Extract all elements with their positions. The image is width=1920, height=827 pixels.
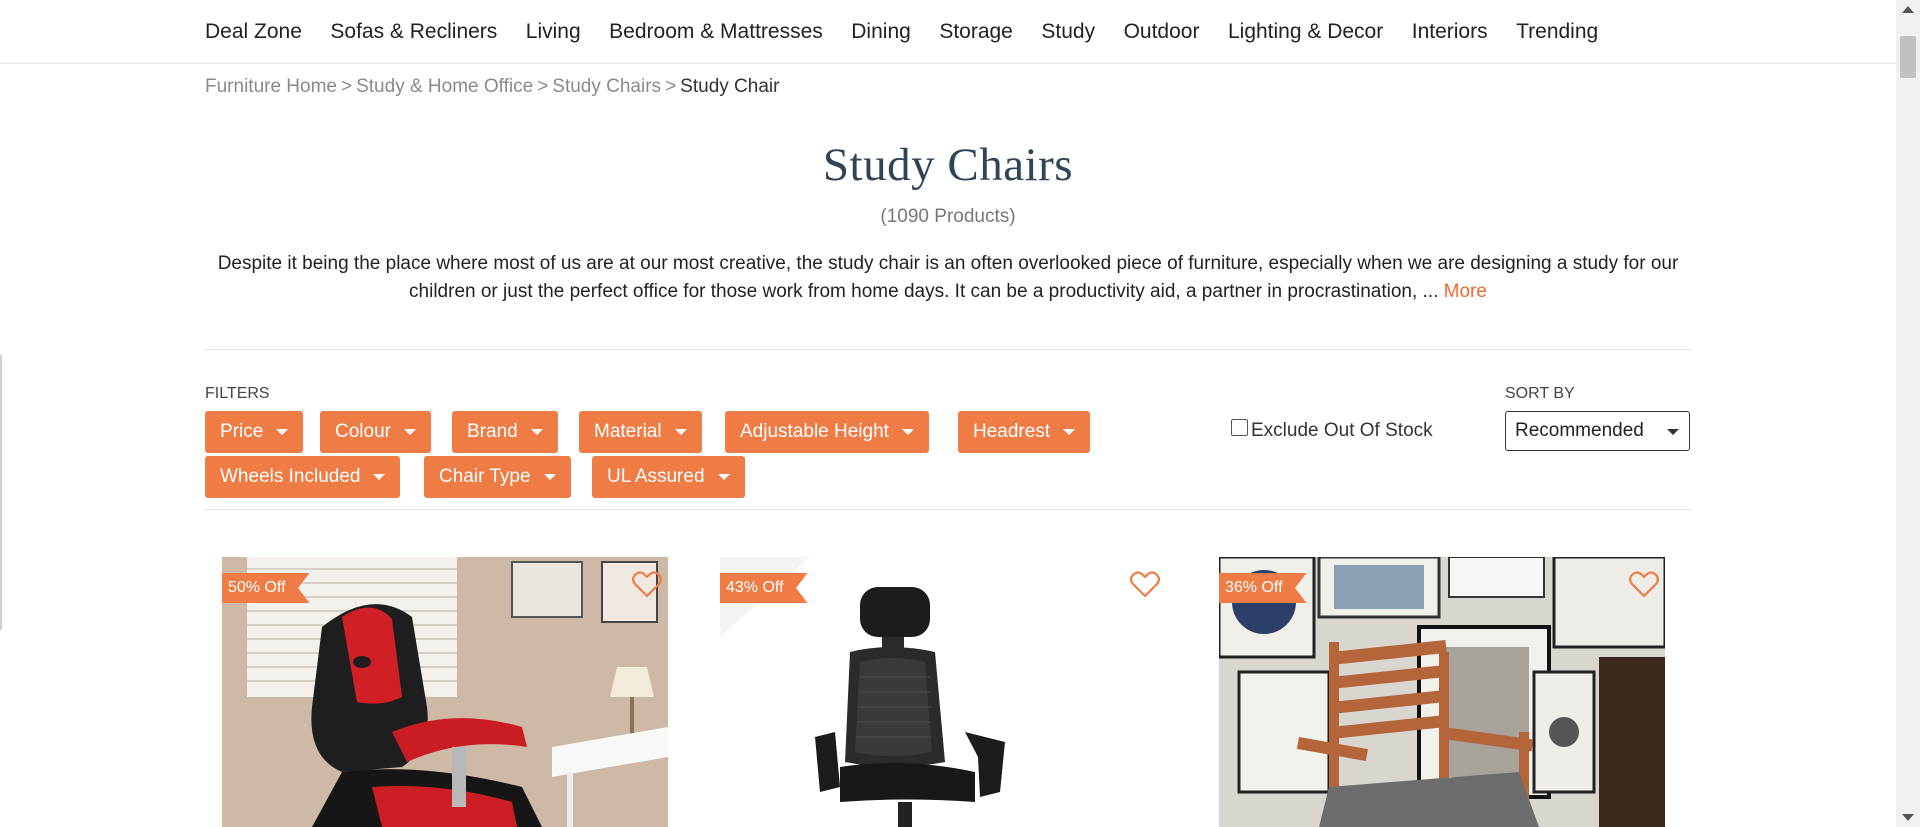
filter-wheels-included[interactable]: Wheels Included bbox=[205, 456, 401, 498]
filter-label: UL Assured bbox=[607, 466, 705, 487]
nav-menu: Deal Zone Sofas & Recliners Living Bedro… bbox=[205, 0, 1627, 63]
filter-label: Colour bbox=[335, 421, 391, 442]
scroll-up-arrow-icon[interactable] bbox=[1902, 6, 1914, 13]
filter-price[interactable]: Price bbox=[205, 411, 304, 453]
exclude-out-of-stock-checkbox[interactable] bbox=[1231, 418, 1248, 436]
discount-badge: 36% Off bbox=[1219, 573, 1307, 603]
nav-item-dining[interactable]: Dining bbox=[851, 20, 911, 44]
sort-by-label: SORT BY bbox=[1505, 385, 1575, 402]
chevron-down-icon bbox=[1667, 429, 1679, 435]
product-card[interactable]: 43% Off bbox=[720, 557, 1166, 827]
nav-item-study[interactable]: Study bbox=[1041, 20, 1095, 44]
nav-item-storage[interactable]: Storage bbox=[939, 20, 1013, 44]
chevron-down-icon bbox=[276, 429, 289, 435]
filter-label: Adjustable Height bbox=[740, 421, 889, 442]
discount-badge: 43% Off bbox=[720, 573, 808, 603]
nav-item-trending[interactable]: Trending bbox=[1516, 20, 1598, 44]
read-more-link[interactable]: More bbox=[1444, 281, 1487, 302]
breadcrumb-separator: > bbox=[537, 76, 549, 97]
filter-label: Material bbox=[594, 421, 662, 442]
filter-label: Headrest bbox=[973, 421, 1051, 442]
nav-item-sofas-recliners[interactable]: Sofas & Recliners bbox=[330, 20, 497, 44]
wishlist-heart-icon[interactable] bbox=[1629, 570, 1659, 598]
exclude-out-of-stock[interactable]: Exclude Out Of Stock bbox=[1231, 418, 1433, 442]
filters-divider bbox=[205, 509, 1691, 510]
top-navigation: Deal Zone Sofas & Recliners Living Bedro… bbox=[0, 0, 1896, 64]
chevron-down-icon bbox=[403, 429, 416, 435]
filter-colour[interactable]: Colour bbox=[320, 411, 431, 453]
filter-label: Brand bbox=[467, 421, 518, 442]
vertical-scrollbar[interactable] bbox=[1896, 0, 1920, 827]
product-count: (1090 Products) bbox=[880, 206, 1016, 227]
chevron-down-icon bbox=[1063, 429, 1076, 435]
filter-material[interactable]: Material bbox=[579, 411, 702, 453]
sort-by-select[interactable]: Recommended bbox=[1505, 411, 1690, 451]
breadcrumb-link-study-home-office[interactable]: Study & Home Office bbox=[356, 76, 533, 97]
filter-ul-assured[interactable]: UL Assured bbox=[592, 456, 745, 498]
filter-headrest[interactable]: Headrest bbox=[958, 411, 1091, 453]
breadcrumb-separator: > bbox=[665, 76, 677, 97]
discount-badge: 50% Off bbox=[222, 573, 310, 603]
chevron-down-icon bbox=[543, 474, 556, 480]
nav-item-bedroom-mattresses[interactable]: Bedroom & Mattresses bbox=[609, 20, 823, 44]
breadcrumb-link-furniture-home[interactable]: Furniture Home bbox=[205, 76, 337, 97]
chevron-down-icon bbox=[717, 474, 730, 480]
page-title: Study Chairs bbox=[822, 139, 1074, 191]
nav-item-interiors[interactable]: Interiors bbox=[1412, 20, 1488, 44]
filter-label: Wheels Included bbox=[220, 466, 361, 487]
scroll-down-arrow-icon[interactable] bbox=[1902, 814, 1914, 821]
chevron-down-icon bbox=[530, 429, 543, 435]
filter-brand[interactable]: Brand bbox=[452, 411, 558, 453]
chevron-down-icon bbox=[901, 429, 914, 435]
section-divider bbox=[205, 349, 1691, 350]
breadcrumb-current: Study Chair bbox=[680, 76, 780, 97]
filter-adjustable-height[interactable]: Adjustable Height bbox=[725, 411, 929, 453]
breadcrumb-separator: > bbox=[341, 76, 353, 97]
breadcrumb: Furniture Home > Study & Home Office > Study… bbox=[205, 76, 779, 98]
nav-item-living[interactable]: Living bbox=[526, 20, 581, 44]
filter-chair-type[interactable]: Chair Type bbox=[424, 456, 571, 498]
chevron-down-icon bbox=[373, 474, 386, 480]
filter-label: Chair Type bbox=[439, 466, 531, 487]
nav-item-deal-zone[interactable]: Deal Zone bbox=[205, 20, 302, 44]
wishlist-heart-icon[interactable] bbox=[632, 570, 662, 598]
chevron-down-icon bbox=[674, 429, 687, 435]
filter-label: Price bbox=[220, 421, 264, 442]
product-card[interactable]: 36% Off bbox=[1219, 557, 1665, 827]
category-description: Despite it being the place where most of… bbox=[205, 250, 1691, 306]
nav-item-lighting-decor[interactable]: Lighting & Decor bbox=[1228, 20, 1383, 44]
breadcrumb-link-study-chairs[interactable]: Study Chairs bbox=[552, 76, 661, 97]
side-panel-edge bbox=[0, 355, 2, 630]
filters-label: FILTERS bbox=[205, 385, 270, 402]
scrollbar-thumb[interactable] bbox=[1900, 36, 1916, 78]
exclude-out-of-stock-label: Exclude Out Of Stock bbox=[1251, 420, 1433, 441]
nav-item-outdoor[interactable]: Outdoor bbox=[1124, 20, 1200, 44]
sort-selected-value: Recommended bbox=[1515, 420, 1644, 441]
product-card[interactable]: 50% Off bbox=[222, 557, 668, 827]
wishlist-heart-icon[interactable] bbox=[1130, 570, 1160, 598]
